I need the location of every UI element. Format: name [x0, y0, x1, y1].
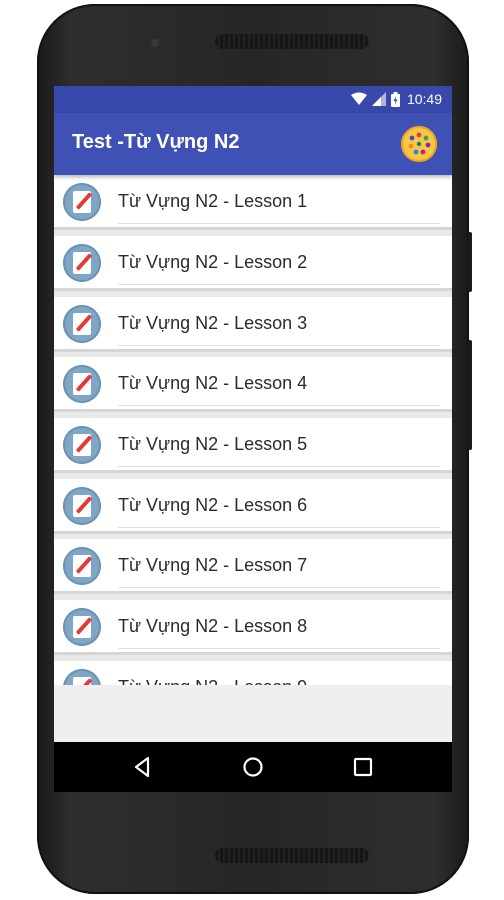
divider: [118, 466, 440, 467]
lesson-item-6[interactable]: Từ Vựng N2 - Lesson 6: [54, 479, 452, 534]
recents-icon[interactable]: [351, 755, 375, 779]
divider: [118, 223, 440, 224]
notepad-icon: [63, 547, 101, 585]
lesson-item-3[interactable]: Từ Vựng N2 - Lesson 3: [54, 297, 452, 352]
lesson-item-8[interactable]: Từ Vựng N2 - Lesson 8: [54, 600, 452, 655]
notepad-icon: [63, 244, 101, 282]
notepad-icon: [63, 426, 101, 464]
signal-icon: [371, 92, 386, 106]
battery-icon: [390, 91, 400, 107]
divider: [118, 648, 440, 649]
lesson-item-7[interactable]: Từ Vựng N2 - Lesson 7: [54, 539, 452, 594]
home-icon[interactable]: [241, 755, 265, 779]
lesson-label: Từ Vựng N2 - Lesson 9: [118, 677, 307, 685]
app-bar: Test -Từ Vựng N2: [54, 113, 452, 175]
divider: [118, 587, 440, 588]
lesson-label: Từ Vựng N2 - Lesson 3: [118, 313, 308, 333]
lesson-list[interactable]: Từ Vựng N2 - Lesson 1 Từ Vựng N2 - Lesso…: [54, 175, 452, 685]
wifi-icon: [350, 92, 367, 106]
lesson-label: Từ Vựng N2 - Lesson 4: [118, 373, 308, 393]
divider: [118, 527, 440, 528]
lesson-label: Từ Vựng N2 - Lesson 2: [118, 252, 308, 272]
notepad-icon: [63, 183, 101, 221]
lesson-item-2[interactable]: Từ Vựng N2 - Lesson 2: [54, 236, 452, 291]
lesson-item-4[interactable]: Từ Vựng N2 - Lesson 4: [54, 357, 452, 412]
notepad-icon: [63, 487, 101, 525]
divider: [118, 405, 440, 406]
status-bar: 10:49: [54, 86, 452, 113]
lesson-label: Từ Vựng N2 - Lesson 5: [118, 434, 308, 454]
back-icon[interactable]: [131, 755, 155, 779]
notepad-icon: [63, 365, 101, 403]
lesson-label: Từ Vựng N2 - Lesson 8: [118, 616, 308, 636]
lesson-item-1[interactable]: Từ Vựng N2 - Lesson 1: [54, 175, 452, 230]
status-time: 10:49: [406, 91, 442, 107]
lesson-item-5[interactable]: Từ Vựng N2 - Lesson 5: [54, 418, 452, 473]
screen: 10:49 Test -Từ Vựng N2 Từ Vựng N2 - Less…: [54, 86, 452, 792]
volume-button: [468, 340, 472, 450]
lesson-label: Từ Vựng N2 - Lesson 1: [118, 191, 308, 211]
lesson-item-9[interactable]: Từ Vựng N2 - Lesson 9: [54, 661, 452, 685]
divider: [118, 345, 440, 346]
power-button: [468, 232, 472, 292]
notepad-icon: [63, 305, 101, 343]
notepad-icon: [63, 608, 101, 646]
lesson-label: Từ Vựng N2 - Lesson 7: [118, 555, 308, 575]
lesson-label: Từ Vựng N2 - Lesson 6: [118, 495, 308, 515]
divider: [118, 284, 440, 285]
notepad-icon: [63, 669, 101, 685]
top-speaker: [215, 34, 369, 49]
navigation-bar: [54, 742, 452, 792]
app-title: Test -Từ Vựng N2: [72, 131, 240, 153]
bottom-speaker: [215, 848, 369, 863]
empty-area: [54, 685, 452, 742]
palette-icon[interactable]: [401, 126, 437, 162]
front-camera: [151, 39, 159, 47]
